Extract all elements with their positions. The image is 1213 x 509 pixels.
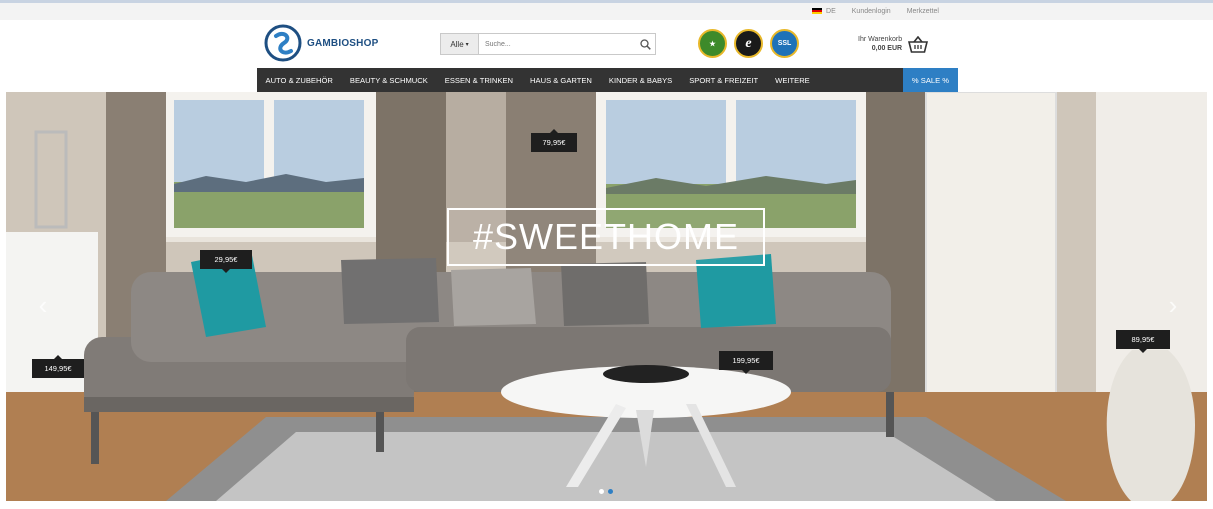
window-left [166,92,376,237]
search-category-label: Alle [450,39,464,49]
customer-login-link[interactable]: Kundenlogin [852,8,891,15]
hero-headline: #SWEETHOME [447,208,765,266]
logo-text: GAMBIOSHOP [307,37,379,49]
slider-dot-active[interactable] [608,489,613,494]
hero-slider[interactable]: #SWEETHOME 79,95€ 29,95€ 149,95€ 199,95€… [6,92,1207,501]
language-label: DE [826,8,836,15]
german-flag-icon [812,8,823,15]
page: DE Kundenlogin Merkzettel GAMBIOSHOP All… [0,0,1213,509]
nav-item-kids[interactable]: KINDER & BABYS [600,68,680,92]
cart-summary: Ihr Warenkorb 0,00 EUR [858,35,902,53]
nav-item-sale[interactable]: % SALE % [903,68,958,92]
nav-item-food[interactable]: ESSEN & TRINKEN [436,68,521,92]
cart-amount: 0,00 EUR [871,45,903,52]
award-badge-icon[interactable]: ★ [698,29,727,58]
shop-logo[interactable]: GAMBIOSHOP [264,24,378,62]
search-icon [639,38,651,50]
nav-item-auto[interactable]: AUTO & ZUBEHÖR [257,68,341,92]
slider-prev-chevron-icon[interactable]: ‹ [34,290,52,320]
price-tag[interactable]: 89,95€ [1116,330,1170,353]
trust-badges: ★ e SSL [698,29,799,58]
search-input[interactable] [479,34,635,54]
nav-item-home-garden[interactable]: HAUS & GARTEN [522,68,601,92]
cart-button[interactable]: Ihr Warenkorb 0,00 EUR [858,35,929,53]
ssl-badge-icon[interactable]: SSL [770,29,799,58]
price-tag[interactable]: 199,95€ [719,351,773,374]
wishlist-link[interactable]: Merkzettel [907,8,939,15]
top-links: DE Kundenlogin Merkzettel [812,3,939,20]
search-button[interactable] [635,34,655,54]
language-switch[interactable]: DE [812,8,836,15]
price-tag[interactable]: 29,95€ [200,250,252,273]
gambio-logo-icon [264,24,302,62]
nav-item-sport[interactable]: SPORT & FREIZEIT [681,68,767,92]
nav-item-more[interactable]: WEITERE [767,68,819,92]
cart-label: Ihr Warenkorb [858,36,903,43]
caret-down-icon: ▾ [465,41,469,48]
slider-dots [599,489,613,494]
price-tag[interactable]: 79,95€ [531,129,577,152]
slider-dot[interactable] [599,489,604,494]
ssl-label: SSL [777,40,792,47]
search-bar: Alle ▾ [440,33,656,55]
top-bar: DE Kundenlogin Merkzettel [0,3,1213,20]
search-category-dropdown[interactable]: Alle ▾ [441,34,479,54]
price-tag[interactable]: 149,95€ [32,355,84,378]
nav-item-beauty[interactable]: BEAUTY & SCHMUCK [341,68,436,92]
basket-icon [908,35,929,53]
header: GAMBIOSHOP Alle▾ ★ e SSL Ihr Warenkorb 0… [0,20,1213,68]
slider-next-chevron-icon[interactable]: › [1164,290,1182,320]
hero-image [6,92,1207,501]
main-navigation: AUTO & ZUBEHÖR BEAUTY & SCHMUCK ESSEN & … [257,68,958,92]
trusted-shops-icon[interactable]: e [734,29,763,58]
